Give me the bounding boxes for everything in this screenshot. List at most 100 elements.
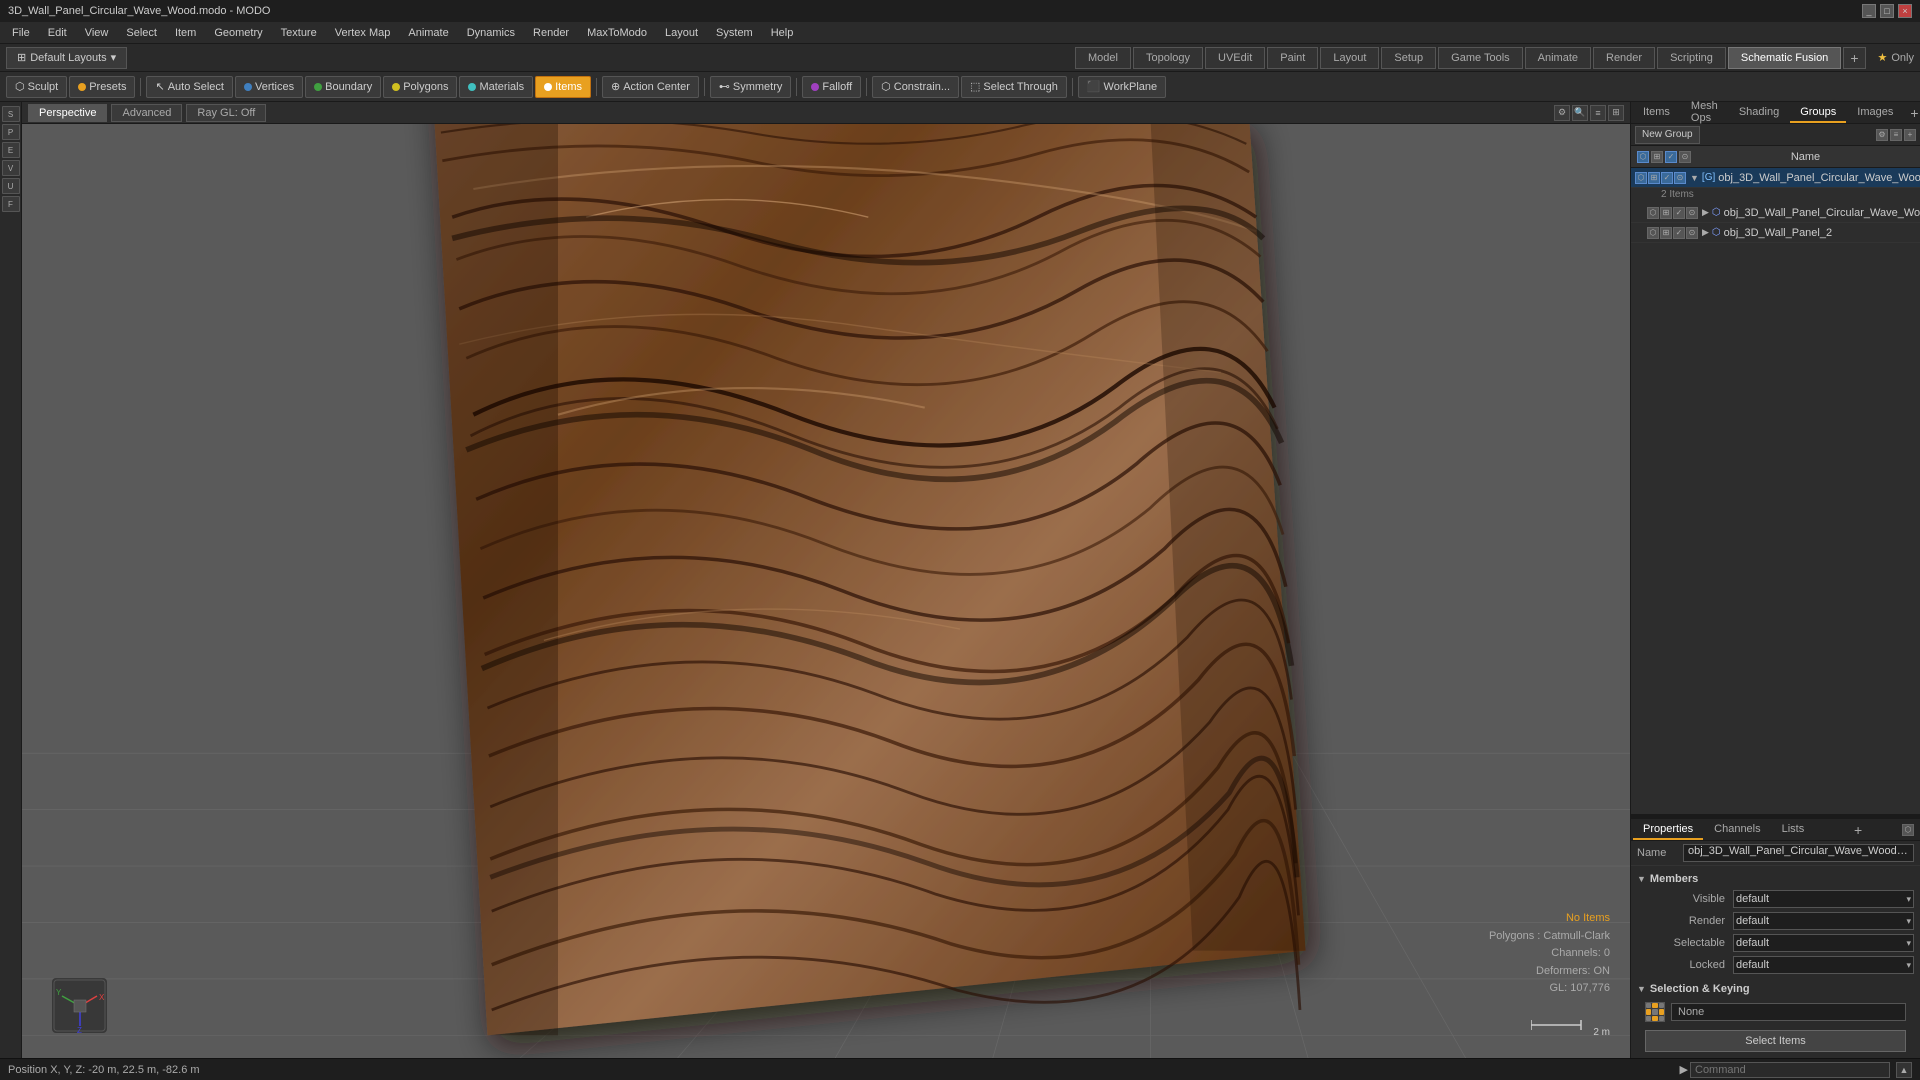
new-group-button[interactable]: New Group	[1635, 126, 1700, 144]
tree-child2-icon-4[interactable]: ⊙	[1686, 227, 1698, 239]
left-tool-3[interactable]: E	[2, 142, 20, 158]
tree-child2-icon-1[interactable]: ⬡	[1647, 227, 1659, 239]
symmetry-button[interactable]: ⊷ Symmetry	[710, 76, 792, 98]
viewport-icon-4[interactable]: ⊞	[1608, 105, 1624, 121]
command-input[interactable]	[1690, 1062, 1890, 1078]
menu-vertex-map[interactable]: Vertex Map	[327, 25, 399, 41]
add-props-tab-button[interactable]: +	[1848, 822, 1868, 838]
selection-keying-section[interactable]: ▼ Selection & Keying	[1637, 980, 1914, 998]
vertices-button[interactable]: Vertices	[235, 76, 303, 98]
action-center-button[interactable]: ⊕ Action Center	[602, 76, 699, 98]
viewport-render-mode[interactable]: Ray GL: Off	[186, 104, 266, 122]
right-tab-shading[interactable]: Shading	[1729, 103, 1789, 123]
left-tool-2[interactable]: P	[2, 124, 20, 140]
tree-root-icon-1[interactable]: ⬡	[1635, 172, 1647, 184]
tree-child1-icon-3[interactable]: ✓	[1673, 207, 1685, 219]
tab-paint[interactable]: Paint	[1267, 47, 1318, 69]
visible-select[interactable]: default ▾	[1733, 890, 1914, 908]
window-controls[interactable]: _ □ ×	[1862, 4, 1912, 18]
menu-view[interactable]: View	[77, 25, 117, 41]
groups-icon-3[interactable]: +	[1904, 129, 1916, 141]
right-tab-groups[interactable]: Groups	[1790, 103, 1846, 123]
props-tab-properties[interactable]: Properties	[1633, 820, 1703, 840]
tab-scripting[interactable]: Scripting	[1657, 47, 1726, 69]
menu-dynamics[interactable]: Dynamics	[459, 25, 523, 41]
tree-root-icon-4[interactable]: ⊙	[1674, 172, 1686, 184]
menu-maxtomode[interactable]: MaxToModo	[579, 25, 655, 41]
maximize-button[interactable]: □	[1880, 4, 1894, 18]
tab-animate[interactable]: Animate	[1525, 47, 1591, 69]
right-tab-mesh-ops[interactable]: Mesh Ops	[1681, 103, 1728, 123]
locked-select[interactable]: default ▾	[1733, 956, 1914, 974]
viewport-canvas[interactable]: No Items Polygons : Catmull-Clark Channe…	[22, 124, 1630, 1058]
groups-icon-2[interactable]: ≡	[1890, 129, 1902, 141]
layout-dropdown[interactable]: ⊞ Default Layouts ▾	[6, 47, 127, 69]
left-tool-6[interactable]: F	[2, 196, 20, 212]
menu-geometry[interactable]: Geometry	[206, 25, 270, 41]
menu-help[interactable]: Help	[763, 25, 802, 41]
status-expand-button[interactable]: ▲	[1896, 1062, 1912, 1078]
groups-icon-1[interactable]: ⚙	[1876, 129, 1888, 141]
close-button[interactable]: ×	[1898, 4, 1912, 18]
items-button[interactable]: Items	[535, 76, 591, 98]
tab-schematic-fusion[interactable]: Schematic Fusion	[1728, 47, 1841, 69]
tree-child1-icon-4[interactable]: ⊙	[1686, 207, 1698, 219]
tree-child1-icon-1[interactable]: ⬡	[1647, 207, 1659, 219]
viewport-icon-3[interactable]: ≡	[1590, 105, 1606, 121]
auto-select-button[interactable]: ↖ Auto Select	[146, 76, 232, 98]
menu-item[interactable]: Item	[167, 25, 204, 41]
right-tab-items[interactable]: Items	[1633, 103, 1680, 123]
header-icon-2[interactable]: ⊞	[1651, 151, 1663, 163]
none-button[interactable]: None	[1671, 1003, 1906, 1021]
select-through-button[interactable]: ⬚ Select Through	[961, 76, 1067, 98]
header-icon-4[interactable]: ⊙	[1679, 151, 1691, 163]
command-arrow-icon[interactable]: ▶	[1680, 1063, 1688, 1076]
members-section[interactable]: ▼ Members	[1637, 870, 1914, 888]
boundary-button[interactable]: Boundary	[305, 76, 381, 98]
render-select[interactable]: default ▾	[1733, 912, 1914, 930]
left-tool-4[interactable]: V	[2, 160, 20, 176]
menu-animate[interactable]: Animate	[400, 25, 456, 41]
menu-render[interactable]: Render	[525, 25, 577, 41]
left-tool-1[interactable]: S	[2, 106, 20, 122]
menu-texture[interactable]: Texture	[273, 25, 325, 41]
add-layout-tab-button[interactable]: +	[1843, 47, 1865, 69]
right-tab-images[interactable]: Images	[1847, 103, 1903, 123]
star-only-toggle[interactable]: ★ Only	[1878, 51, 1915, 64]
viewport-icon-1[interactable]: ⚙	[1554, 105, 1570, 121]
name-value[interactable]: obj_3D_Wall_Panel_Circular_Wave_Wood (2)	[1683, 844, 1914, 862]
viewport[interactable]: Perspective Advanced Ray GL: Off ⚙ 🔍 ≡ ⊞	[22, 102, 1630, 1058]
tree-child-2[interactable]: ⬡ ⊞ ✓ ⊙ ▶ ⬡ obj_3D_Wall_Panel_2	[1631, 223, 1920, 243]
viewport-tab-advanced[interactable]: Advanced	[111, 104, 182, 122]
minimize-button[interactable]: _	[1862, 4, 1876, 18]
menu-system[interactable]: System	[708, 25, 761, 41]
tab-game-tools[interactable]: Game Tools	[1438, 47, 1523, 69]
tree-child1-icon-2[interactable]: ⊞	[1660, 207, 1672, 219]
keying-grid-icon[interactable]	[1645, 1002, 1665, 1022]
tree-child2-icon-3[interactable]: ✓	[1673, 227, 1685, 239]
viewport-icon-2[interactable]: 🔍	[1572, 105, 1588, 121]
add-right-tab-button[interactable]: +	[1904, 105, 1920, 121]
tree-root-icon-2[interactable]: ⊞	[1648, 172, 1660, 184]
tree-child-1[interactable]: ⬡ ⊞ ✓ ⊙ ▶ ⬡ obj_3D_Wall_Panel_Circular_W…	[1631, 203, 1920, 223]
props-tab-channels[interactable]: Channels	[1704, 820, 1770, 840]
polygons-button[interactable]: Polygons	[383, 76, 457, 98]
select-items-button[interactable]: Select Items	[1645, 1030, 1906, 1052]
header-icon-3[interactable]: ✓	[1665, 151, 1677, 163]
tab-topology[interactable]: Topology	[1133, 47, 1203, 69]
tree-root-item[interactable]: ⬡ ⊞ ✓ ⊙ ▼ [G] obj_3D_Wall_Panel_Circular…	[1631, 168, 1920, 188]
tab-layout[interactable]: Layout	[1320, 47, 1379, 69]
tab-setup[interactable]: Setup	[1381, 47, 1436, 69]
header-icon-1[interactable]: ⬡	[1637, 151, 1649, 163]
presets-button[interactable]: Presets	[69, 76, 135, 98]
workplane-button[interactable]: ⬛ WorkPlane	[1078, 76, 1166, 98]
selectable-select[interactable]: default ▾	[1733, 934, 1914, 952]
tab-model[interactable]: Model	[1075, 47, 1131, 69]
sculpt-button[interactable]: ⬡ Sculpt	[6, 76, 67, 98]
props-tab-lists[interactable]: Lists	[1772, 820, 1815, 840]
menu-file[interactable]: File	[4, 25, 38, 41]
menu-layout[interactable]: Layout	[657, 25, 706, 41]
constrain-button[interactable]: ⬡ Constrain...	[872, 76, 959, 98]
tree-root-icon-3[interactable]: ✓	[1661, 172, 1673, 184]
tree-child2-icon-2[interactable]: ⊞	[1660, 227, 1672, 239]
